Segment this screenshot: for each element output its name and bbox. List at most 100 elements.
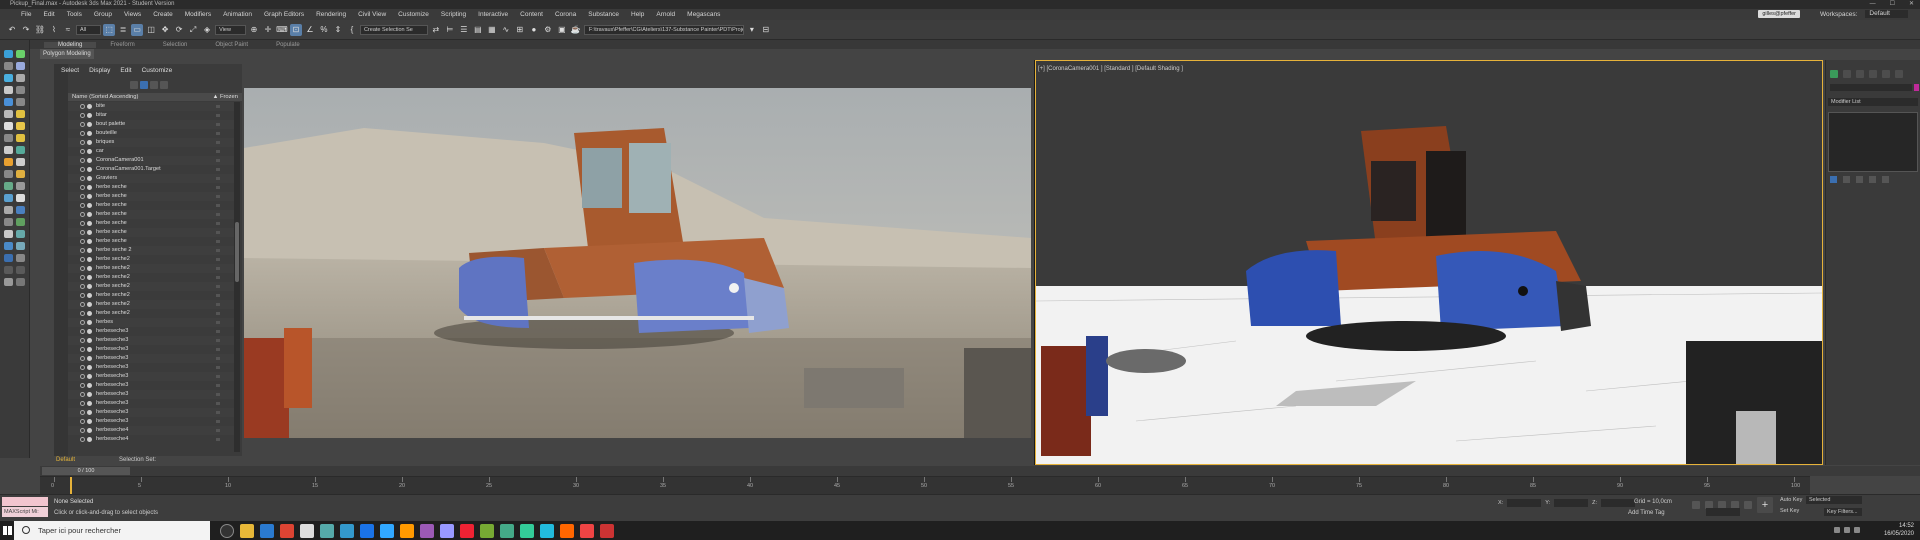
- named-selection-sets-dropdown[interactable]: Create Selection Se: [359, 24, 428, 35]
- camera-viewport[interactable]: [1036, 61, 1822, 464]
- taskbar-search[interactable]: Taper ici pour rechercher: [14, 521, 210, 540]
- polygon-modeling-button[interactable]: Polygon Modeling: [40, 49, 94, 59]
- railclone-icon[interactable]: [4, 218, 13, 226]
- modify-icon[interactable]: [16, 50, 25, 58]
- explorer-row[interactable]: Graviers: [68, 174, 234, 183]
- freeze-toggle-icon[interactable]: [216, 204, 220, 207]
- terrain-icon[interactable]: [16, 242, 25, 250]
- freeze-toggle-icon[interactable]: [216, 366, 220, 369]
- bind-spacewarp-icon[interactable]: ≈: [62, 24, 74, 36]
- link-icon[interactable]: ⛓: [34, 24, 46, 36]
- hierarchy-icon[interactable]: [4, 62, 13, 70]
- visibility-icon[interactable]: [80, 428, 85, 433]
- add-time-tag-button[interactable]: Add Time Tag: [1628, 510, 1665, 516]
- reference-coordinate-dropdown[interactable]: View: [215, 24, 246, 35]
- visibility-icon[interactable]: [80, 284, 85, 289]
- align-icon[interactable]: ⊨: [444, 24, 456, 36]
- menu-help[interactable]: Help: [626, 11, 649, 18]
- messenger-icon[interactable]: [540, 523, 554, 538]
- explorer-row[interactable]: CoronaCamera001.Target: [68, 165, 234, 174]
- select-object-icon[interactable]: ⬚: [103, 23, 116, 36]
- freeze-toggle-icon[interactable]: [216, 168, 220, 171]
- freeze-toggle-icon[interactable]: [216, 294, 220, 297]
- painter-icon[interactable]: [520, 523, 534, 538]
- particles-icon[interactable]: [4, 278, 13, 286]
- explorer-row[interactable]: herbe seche2: [68, 264, 234, 273]
- set-key-icon[interactable]: +: [1757, 497, 1773, 513]
- layer-explorer-icon[interactable]: ▤: [472, 24, 484, 36]
- visibility-icon[interactable]: [80, 203, 85, 208]
- curve-editor-icon[interactable]: ∿: [500, 24, 512, 36]
- filter-icon[interactable]: [140, 81, 148, 89]
- freeze-toggle-icon[interactable]: [216, 177, 220, 180]
- freeze-toggle-icon[interactable]: [216, 222, 220, 225]
- menu-interactive[interactable]: Interactive: [473, 11, 513, 18]
- forest-icon[interactable]: [16, 206, 25, 214]
- set-project-icon[interactable]: ⊟: [760, 24, 772, 36]
- object-name-field[interactable]: [1830, 84, 1912, 91]
- visibility-icon[interactable]: [80, 248, 85, 253]
- maxscript-listener[interactable]: MAXScript Mi:: [2, 507, 48, 517]
- explorer-row[interactable]: bite: [68, 102, 234, 111]
- freeze-toggle-icon[interactable]: [216, 420, 220, 423]
- explorer-row[interactable]: herbeseche4: [68, 435, 234, 444]
- geometry-icon[interactable]: [4, 86, 13, 94]
- explorer-row[interactable]: herbe seche2: [68, 309, 234, 318]
- designer-icon[interactable]: [500, 523, 514, 538]
- freeze-toggle-icon[interactable]: [216, 438, 220, 441]
- light-bulb-icon[interactable]: [16, 134, 25, 142]
- percent-snap-icon[interactable]: %: [318, 24, 330, 36]
- visibility-icon[interactable]: [80, 122, 85, 127]
- illustrator-icon[interactable]: [400, 523, 414, 538]
- visibility-icon[interactable]: [80, 329, 85, 334]
- explorer-menu-select[interactable]: Select: [56, 66, 84, 76]
- render-production-icon[interactable]: ☕: [570, 24, 582, 36]
- explorer-row[interactable]: bout palette: [68, 120, 234, 129]
- project-folder-icon[interactable]: ▾: [746, 24, 758, 36]
- active-layer[interactable]: Default: [56, 457, 75, 463]
- explorer-row[interactable]: herbeseche3: [68, 354, 234, 363]
- toggle-ribbon-icon[interactable]: ▦: [486, 24, 498, 36]
- scatter-icon[interactable]: [4, 170, 13, 178]
- auto-key-button[interactable]: Auto Key: [1780, 497, 1802, 503]
- visibility-icon[interactable]: [80, 275, 85, 280]
- render-setup-icon[interactable]: ⚙: [542, 24, 554, 36]
- visibility-icon[interactable]: [80, 167, 85, 172]
- sort-icon[interactable]: [160, 81, 168, 89]
- visibility-icon[interactable]: [80, 419, 85, 424]
- explorer-row[interactable]: herbe seche2: [68, 273, 234, 282]
- megascans-icon[interactable]: [4, 254, 13, 262]
- x-coord-field[interactable]: [1507, 499, 1542, 507]
- globe-icon[interactable]: [4, 242, 13, 250]
- motion-icon[interactable]: [16, 62, 25, 70]
- explorer-row[interactable]: herbe seche: [68, 237, 234, 246]
- go-to-end-icon[interactable]: [1744, 501, 1752, 509]
- decal-icon[interactable]: [4, 194, 13, 202]
- explorer-row[interactable]: car: [68, 147, 234, 156]
- corona-light-icon[interactable]: [16, 158, 25, 166]
- freeze-toggle-icon[interactable]: [216, 285, 220, 288]
- text-icon[interactable]: [4, 230, 13, 238]
- scrollbar-thumb[interactable]: [235, 222, 239, 282]
- store-icon[interactable]: [260, 523, 274, 538]
- rectangular-selection-icon[interactable]: ▭: [131, 23, 144, 36]
- visibility-icon[interactable]: [80, 293, 85, 298]
- select-by-name-icon[interactable]: ≣: [117, 24, 129, 36]
- modify-tab-icon[interactable]: [1843, 70, 1851, 78]
- explorer-row[interactable]: herbe seche: [68, 192, 234, 201]
- time-slider[interactable]: 0 / 100: [42, 467, 130, 475]
- placement-icon[interactable]: ◈: [201, 24, 213, 36]
- z-coord-field[interactable]: [1601, 499, 1635, 507]
- menu-content[interactable]: Content: [515, 11, 548, 18]
- explorer-row[interactable]: briques: [68, 138, 234, 147]
- freeze-toggle-icon[interactable]: [216, 141, 220, 144]
- menu-views[interactable]: Views: [119, 11, 146, 18]
- freeze-toggle-icon[interactable]: [216, 348, 220, 351]
- timeline-cursor[interactable]: [70, 477, 72, 495]
- visibility-icon[interactable]: [80, 392, 85, 397]
- app-icon-red[interactable]: [580, 523, 594, 538]
- undo-icon[interactable]: ↶: [6, 24, 18, 36]
- explorer-menu-customize[interactable]: Customize: [137, 66, 178, 76]
- teapot-icon[interactable]: [4, 134, 13, 142]
- close-icon[interactable]: ✕: [1909, 0, 1914, 9]
